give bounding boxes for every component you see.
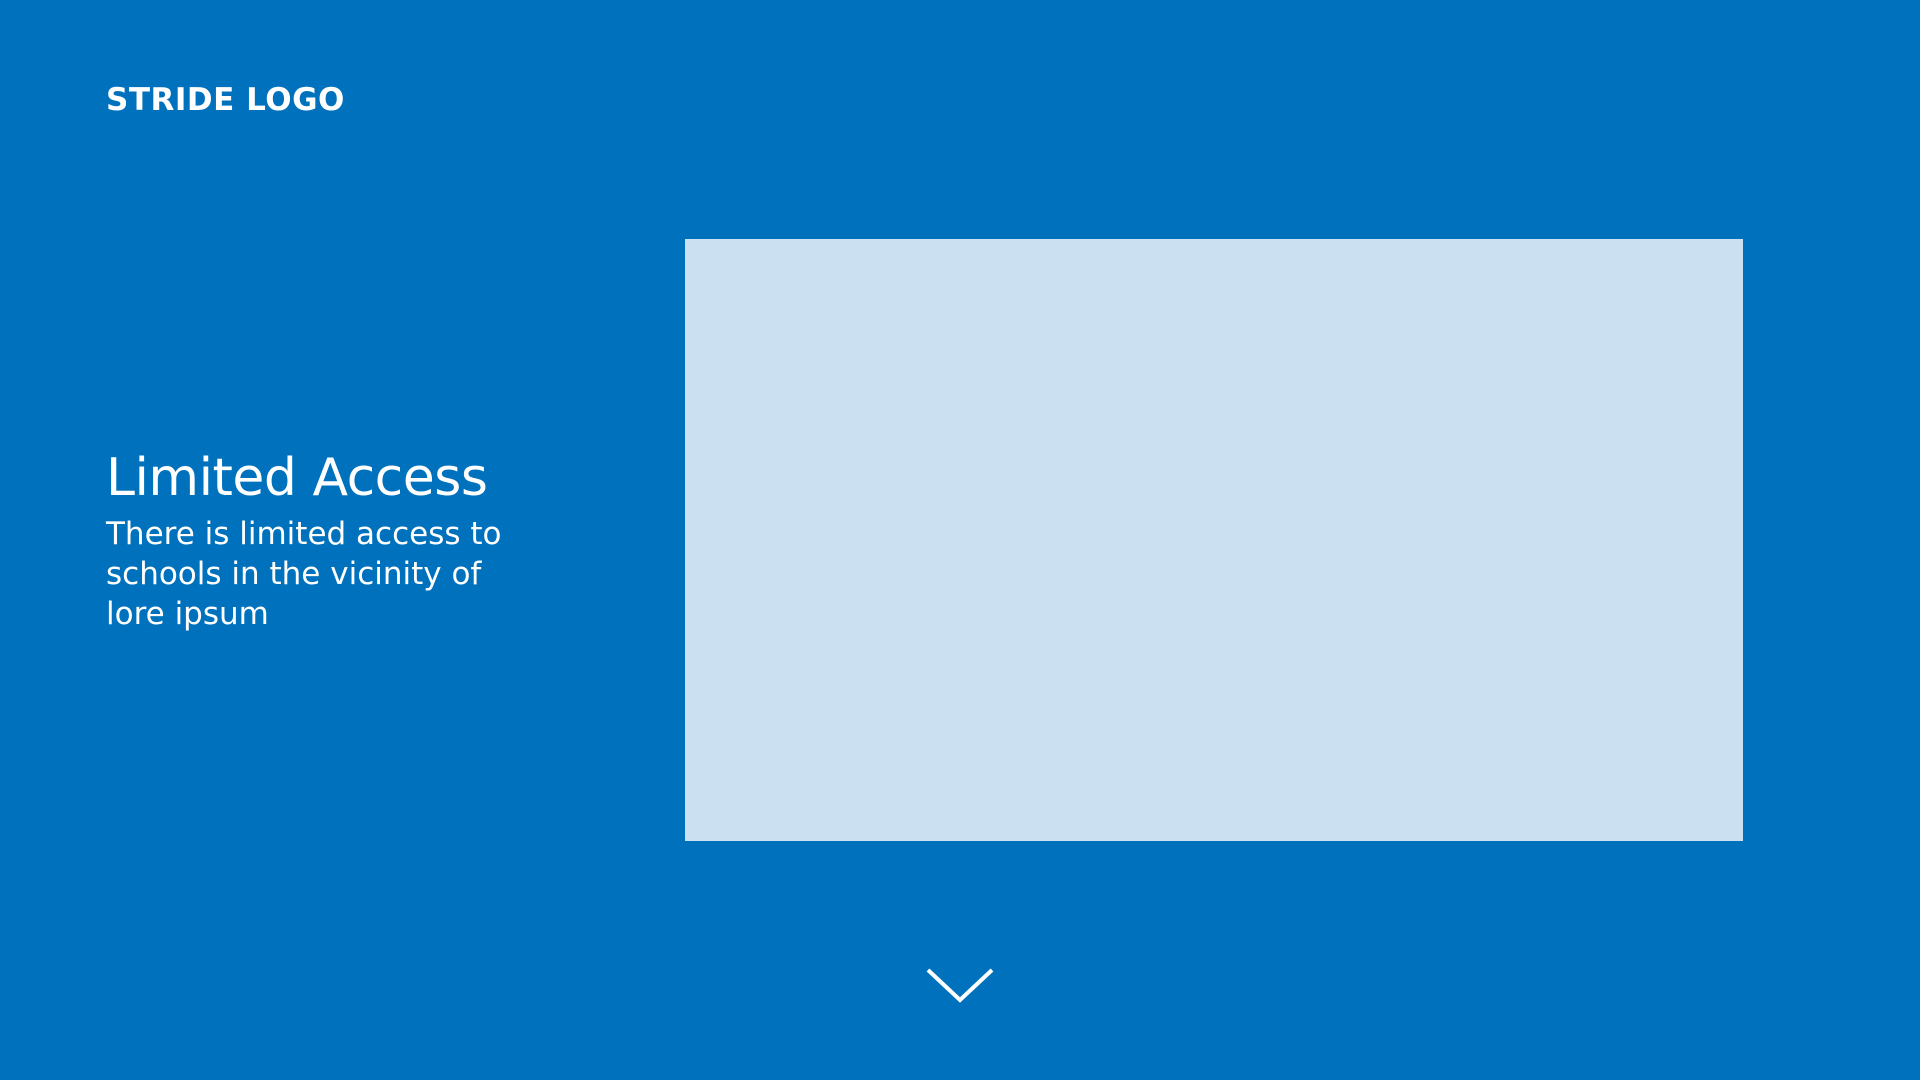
page: STRIDE LOGO Limited Access There is limi… (0, 0, 1920, 1080)
page-description: There is limited access to schools in th… (106, 516, 502, 632)
page-title: Limited Access (106, 448, 488, 508)
chevron-down-icon (926, 968, 994, 1003)
intro-section: Limited Access There is limited access t… (106, 444, 576, 634)
scroll-down-button[interactable] (924, 966, 996, 1008)
media-placeholder (685, 239, 1743, 841)
logo[interactable]: STRIDE LOGO (106, 80, 345, 120)
